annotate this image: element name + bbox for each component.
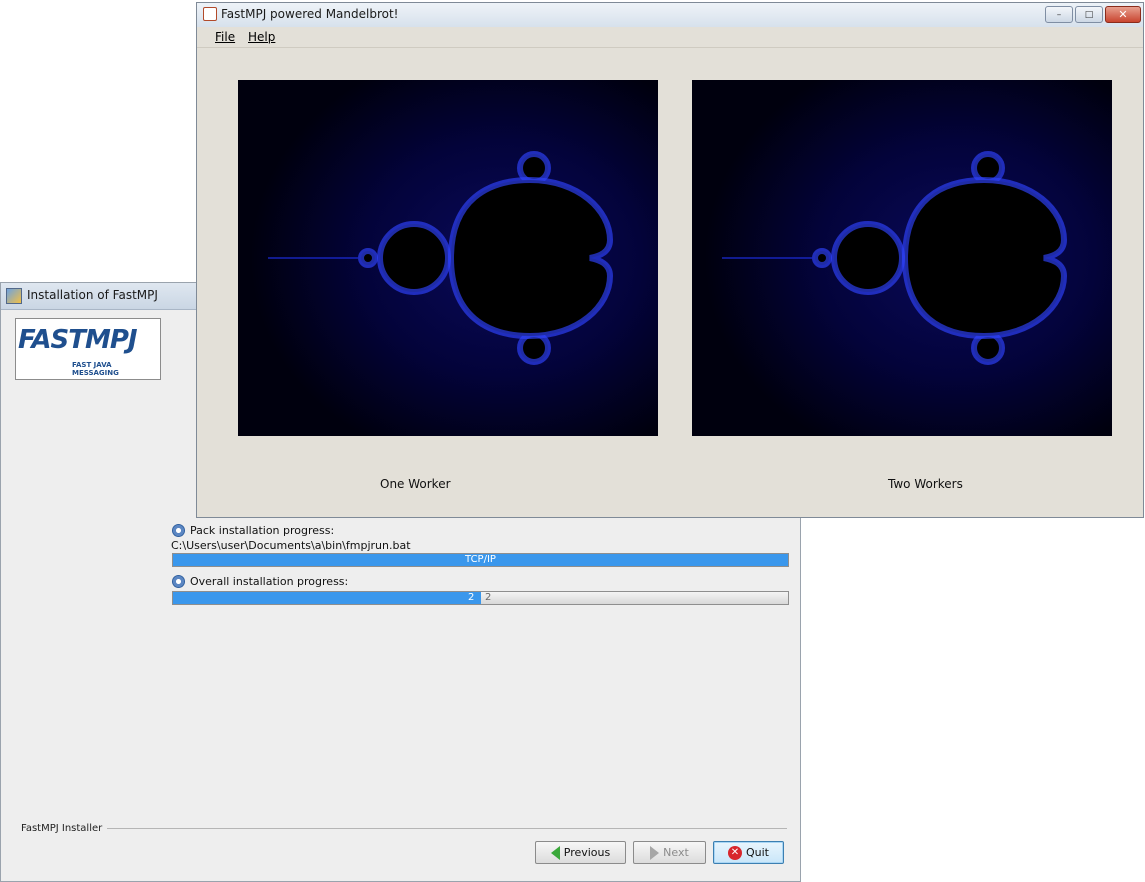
gear-icon (172, 575, 185, 588)
caption-two-workers: Two Workers (888, 477, 963, 491)
overall-progress-fill (173, 592, 481, 604)
previous-button[interactable]: Previous (535, 841, 626, 864)
close-icon: ✕ (1118, 8, 1128, 21)
mandelbrot-title: FastMPJ powered Mandelbrot! (221, 7, 399, 21)
close-button[interactable]: ✕ (1105, 6, 1141, 23)
quit-button[interactable]: ✕ Quit (713, 841, 784, 864)
gear-icon (172, 524, 185, 537)
arrow-left-icon (550, 845, 560, 860)
maximize-button[interactable]: □ (1075, 6, 1103, 23)
caption-one-worker: One Worker (380, 477, 451, 491)
mandelbrot-image (692, 80, 1112, 436)
fractal-panel-one-worker (238, 80, 658, 436)
menu-help[interactable]: Help (248, 30, 275, 44)
previous-button-label: Previous (563, 846, 611, 859)
logo-subtext: FAST JAVA MESSAGING (72, 361, 119, 377)
pack-progress-text: TCP/IP (465, 554, 496, 565)
installer-footer-label: FastMPJ Installer (21, 823, 103, 834)
arrow-right-icon (650, 845, 660, 860)
logo-text: FASTMPJ (18, 325, 138, 355)
mandelbrot-window: FastMPJ powered Mandelbrot! – □ ✕ File H… (196, 2, 1144, 518)
java-icon (203, 7, 217, 21)
installer-app-icon (6, 288, 22, 304)
minimize-icon: – (1056, 9, 1062, 20)
footer-divider (107, 828, 787, 829)
fastmpj-logo: FASTMPJ FAST JAVA MESSAGING (15, 318, 161, 380)
mandelbrot-titlebar[interactable]: FastMPJ powered Mandelbrot! – □ ✕ (197, 3, 1143, 27)
next-button-label: Next (663, 846, 689, 859)
menu-bar: File Help (197, 27, 1143, 48)
installer-title: Installation of FastMPJ (27, 288, 158, 302)
overall-progress-text-left: 2 (468, 592, 475, 603)
overall-progress-text-right: 2 (485, 592, 492, 603)
menu-file[interactable]: File (215, 30, 235, 44)
pack-progress-label: Pack installation progress: (190, 524, 335, 537)
next-button[interactable]: Next (633, 841, 706, 864)
pack-progress-bar: TCP/IP (172, 553, 789, 567)
current-file-path: C:\Users\user\Documents\a\bin\fmpjrun.ba… (171, 539, 411, 552)
overall-progress-bar: 2 2 (172, 591, 789, 605)
fractal-panel-two-workers (692, 80, 1112, 436)
minimize-button[interactable]: – (1045, 6, 1073, 23)
maximize-icon: □ (1084, 9, 1094, 20)
close-circle-icon: ✕ (728, 845, 742, 860)
overall-progress-label: Overall installation progress: (190, 575, 349, 588)
quit-button-label: Quit (746, 846, 769, 859)
mandelbrot-image (238, 80, 658, 436)
